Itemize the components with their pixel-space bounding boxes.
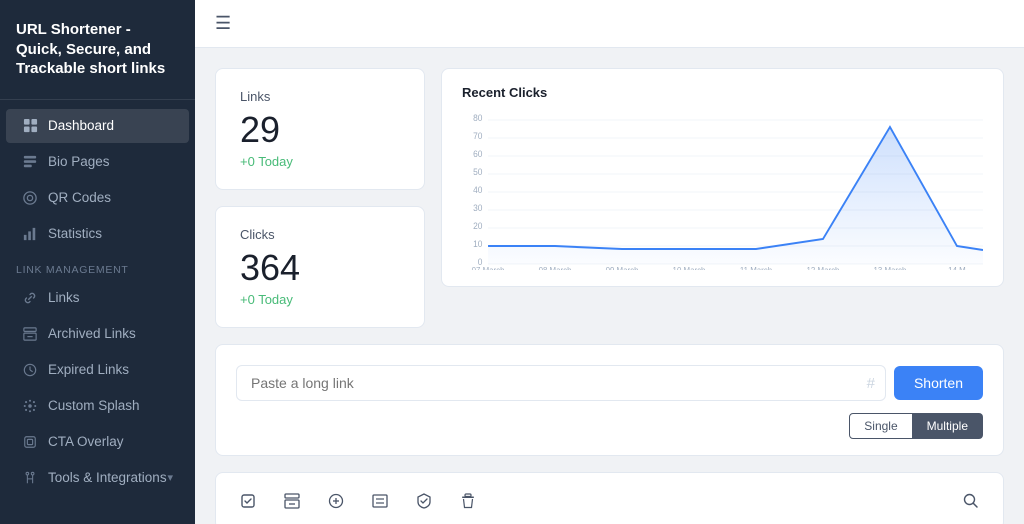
svg-text:11 March: 11 March: [740, 266, 773, 270]
svg-text:80: 80: [473, 113, 482, 123]
svg-text:40: 40: [473, 185, 482, 195]
sidebar-item-expired-links[interactable]: Expired Links: [6, 353, 189, 387]
recent-clicks-chart-card: Recent Clicks 0 10 20 30 40 50 60 70 80: [441, 68, 1004, 287]
sidebar-cta-overlay-label: CTA Overlay: [48, 434, 124, 449]
sidebar: URL Shortener - Quick, Secure, and Track…: [0, 0, 195, 524]
svg-text:20: 20: [473, 221, 482, 231]
shorten-row: # Shorten: [236, 365, 983, 401]
toolbar-list-icon-button[interactable]: [364, 485, 396, 517]
topbar: ☰: [195, 0, 1024, 48]
sidebar-links-label: Links: [48, 290, 80, 305]
archived-links-icon: [22, 326, 38, 342]
svg-text:60: 60: [473, 149, 482, 159]
shorten-card: # Shorten Single Multiple: [215, 344, 1004, 456]
toolbar-card: [215, 472, 1004, 524]
links-stat-card: Links 29 +0 Today: [215, 68, 425, 190]
hash-icon: #: [867, 375, 885, 392]
clicks-stat-today: +0 Today: [240, 292, 400, 307]
chevron-down-icon: ▾: [167, 471, 173, 484]
sidebar-archived-links-label: Archived Links: [48, 326, 136, 341]
app-logo: URL Shortener - Quick, Secure, and Track…: [0, 0, 195, 100]
svg-text:10 March: 10 March: [673, 266, 706, 270]
sidebar-item-archived-links[interactable]: Archived Links: [6, 317, 189, 351]
toolbar-add-icon-button[interactable]: [320, 485, 352, 517]
svg-text:13 March: 13 March: [874, 266, 907, 270]
toolbar-check-icon-button[interactable]: [232, 485, 264, 517]
sidebar-tools-integrations-label: Tools & Integrations: [48, 470, 167, 485]
url-input-wrapper[interactable]: #: [236, 365, 886, 401]
search-icon-button[interactable]: [955, 485, 987, 517]
svg-text:07 March: 07 March: [472, 266, 505, 270]
tools-integrations-icon: [22, 470, 38, 486]
sidebar-dashboard-label: Dashboard: [48, 118, 114, 133]
cta-overlay-icon: [22, 434, 38, 450]
svg-text:10: 10: [473, 239, 482, 249]
sidebar-item-links[interactable]: Links: [6, 281, 189, 315]
sidebar-custom-splash-label: Custom Splash: [48, 398, 140, 413]
sidebar-statistics-label: Statistics: [48, 226, 102, 241]
sidebar-item-tools-integrations[interactable]: Tools & Integrations ▾: [6, 461, 189, 495]
statistics-icon: [22, 226, 38, 242]
menu-icon[interactable]: ☰: [215, 13, 231, 34]
single-toggle-button[interactable]: Single: [849, 413, 912, 439]
chart-svg: 0 10 20 30 40 50 60 70 80: [462, 110, 983, 270]
sidebar-bio-pages-label: Bio Pages: [48, 154, 110, 169]
expired-links-icon: [22, 362, 38, 378]
custom-splash-icon: [22, 398, 38, 414]
svg-text:30: 30: [473, 203, 482, 213]
toolbar-actions: [232, 485, 484, 517]
sidebar-item-qr-codes[interactable]: QR Codes: [6, 181, 189, 215]
sidebar-item-custom-splash[interactable]: Custom Splash: [6, 389, 189, 423]
stats-row: Links 29 +0 Today Clicks 364 +0 Today Re…: [215, 68, 1004, 328]
svg-text:70: 70: [473, 131, 482, 141]
qr-codes-icon: [22, 190, 38, 206]
clicks-stat-card: Clicks 364 +0 Today: [215, 206, 425, 328]
content-area: Links 29 +0 Today Clicks 364 +0 Today Re…: [195, 48, 1024, 524]
chart-title: Recent Clicks: [462, 85, 983, 100]
links-stat-value: 29: [240, 112, 400, 148]
svg-text:09 March: 09 March: [606, 266, 639, 270]
main-content: ☰ Links 29 +0 Today Clicks 364 +0 Today: [195, 0, 1024, 524]
svg-text:14 M: 14 M: [948, 266, 966, 270]
sidebar-qr-codes-label: QR Codes: [48, 190, 111, 205]
links-stat-label: Links: [240, 89, 400, 104]
clicks-stat-value: 364: [240, 250, 400, 286]
stats-left: Links 29 +0 Today Clicks 364 +0 Today: [215, 68, 425, 328]
multiple-toggle-button[interactable]: Multiple: [913, 413, 983, 439]
links-icon: [22, 290, 38, 306]
sidebar-expired-links-label: Expired Links: [48, 362, 129, 377]
clicks-stat-label: Clicks: [240, 227, 400, 242]
svg-text:50: 50: [473, 167, 482, 177]
svg-text:08 March: 08 March: [539, 266, 572, 270]
sidebar-item-dashboard[interactable]: Dashboard: [6, 109, 189, 143]
links-stat-today: +0 Today: [240, 154, 400, 169]
single-multiple-toggle: Single Multiple: [236, 413, 983, 439]
toolbar-archive-icon-button[interactable]: [276, 485, 308, 517]
toolbar-shield-icon-button[interactable]: [408, 485, 440, 517]
sidebar-item-statistics[interactable]: Statistics: [6, 217, 189, 251]
sidebar-item-bio-pages[interactable]: Bio Pages: [6, 145, 189, 179]
sidebar-item-cta-overlay[interactable]: CTA Overlay: [6, 425, 189, 459]
toolbar-delete-icon-button[interactable]: [452, 485, 484, 517]
svg-text:12 March: 12 March: [807, 266, 840, 270]
link-management-section: Link Management: [0, 252, 195, 280]
dashboard-icon: [22, 118, 38, 134]
url-input[interactable]: [237, 366, 867, 400]
bio-pages-icon: [22, 154, 38, 170]
shorten-button[interactable]: Shorten: [894, 366, 983, 400]
chart-area: 0 10 20 30 40 50 60 70 80: [462, 110, 983, 270]
